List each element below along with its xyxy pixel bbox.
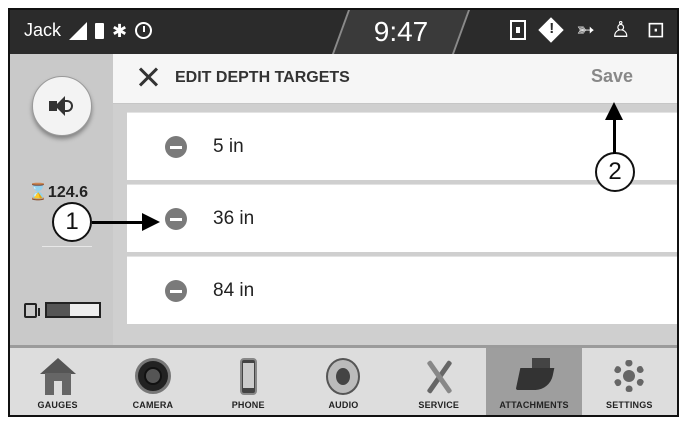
- depth-target-list: 5 in 36 in 84 in: [113, 104, 677, 345]
- depth-target-label: 36 in: [213, 207, 255, 229]
- rabbit-icon: ➳: [576, 17, 595, 42]
- callout-2-arrowhead: [605, 102, 623, 120]
- page-title: EDIT DEPTH TARGETS: [175, 69, 350, 86]
- clock-time: 9:47: [373, 16, 429, 47]
- camera-icon: [134, 358, 171, 396]
- remove-icon[interactable]: [165, 207, 187, 230]
- volume-button[interactable]: [32, 76, 92, 136]
- nav-audio[interactable]: AUDIO: [296, 348, 391, 415]
- callout-1-arrow: [92, 221, 144, 224]
- divider: [42, 246, 92, 247]
- signal-icon: [69, 21, 88, 40]
- status-left: Jack ✱: [24, 20, 153, 41]
- bluetooth-icon: ✱: [112, 20, 128, 41]
- bucket-icon: [515, 358, 555, 396]
- battery-icon: [95, 22, 105, 39]
- nav-label: AUDIO: [328, 400, 359, 410]
- callout-2-arrow: [613, 118, 616, 154]
- nav-phone[interactable]: PHONE: [201, 348, 296, 415]
- app-frame: Jack ✱ 9:47 ➳ ♙ ⊡ ⌛124.6: [8, 8, 679, 417]
- nav-label: CAMERA: [132, 400, 174, 410]
- engine-hours: ⌛124.6: [28, 184, 88, 201]
- nav-label: GAUGES: [37, 400, 78, 410]
- remove-icon[interactable]: [165, 279, 187, 302]
- list-item: 36 in: [127, 184, 677, 252]
- callout-1-arrowhead: [142, 213, 160, 231]
- edit-header: EDIT DEPTH TARGETS Save: [113, 54, 677, 104]
- callout-1: 1: [52, 202, 92, 242]
- nav-gauges[interactable]: GAUGES: [10, 348, 105, 415]
- clock-icon: [135, 22, 153, 39]
- profile-name: Jack: [24, 20, 62, 40]
- home-icon: [39, 358, 76, 396]
- battery-warning-icon: [510, 20, 527, 40]
- nav-label: ATTACHMENTS: [499, 400, 569, 410]
- nav-label: SERVICE: [418, 400, 460, 410]
- status-bar: Jack ✱ 9:47 ➳ ♙ ⊡: [10, 10, 677, 54]
- list-item: 84 in: [127, 256, 677, 324]
- fuel-gauge: [24, 302, 101, 318]
- fuel-bar: [45, 302, 101, 318]
- warning-icon: [538, 17, 565, 43]
- close-icon[interactable]: [137, 66, 159, 88]
- left-panel: ⌛124.6: [10, 54, 113, 345]
- nav-service[interactable]: SERVICE: [391, 348, 486, 415]
- fuel-icon: [24, 302, 40, 318]
- depth-target-label: 5 in: [213, 135, 244, 157]
- speaker-icon: [325, 358, 361, 396]
- status-right: ➳ ♙ ⊡: [510, 17, 665, 43]
- fuel-fill: [47, 304, 71, 316]
- bottom-nav: GAUGES CAMERA PHONE AUDIO SERVICE ATTACH…: [10, 345, 677, 415]
- depth-target-label: 84 in: [213, 279, 255, 301]
- save-button[interactable]: Save: [591, 66, 633, 87]
- lock-icon: ⊡: [646, 17, 665, 42]
- wrench-icon: [421, 358, 457, 396]
- nav-camera[interactable]: CAMERA: [105, 348, 200, 415]
- seat-icon: ♙: [610, 17, 631, 42]
- volume-icon: [49, 96, 75, 116]
- nav-label: SETTINGS: [606, 400, 653, 410]
- nav-settings[interactable]: SETTINGS: [582, 348, 677, 415]
- phone-icon: [230, 358, 266, 396]
- nav-attachments[interactable]: ATTACHMENTS: [486, 348, 582, 415]
- remove-icon[interactable]: [165, 135, 187, 158]
- nav-label: PHONE: [231, 400, 265, 410]
- gear-icon: [611, 358, 647, 396]
- callout-2: 2: [595, 152, 635, 192]
